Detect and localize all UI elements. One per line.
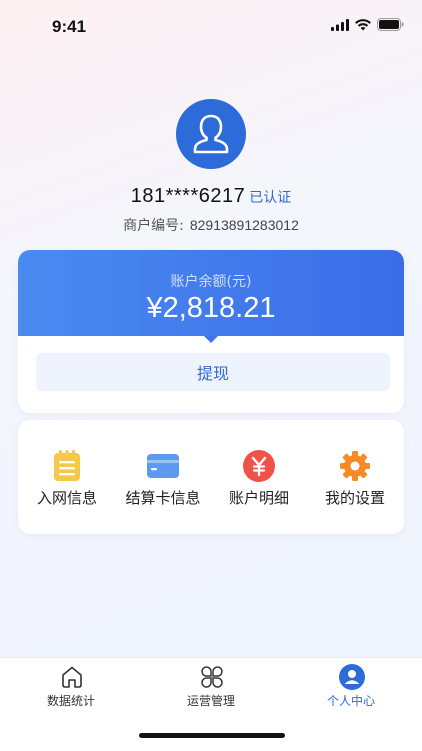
menu-item-settlement-card[interactable]: 结算卡信息 bbox=[115, 420, 211, 534]
tab-label: 运营管理 bbox=[186, 694, 235, 708]
tab-personal-center[interactable]: 个人中心 bbox=[281, 658, 421, 718]
withdraw-button[interactable]: 提现 bbox=[36, 353, 390, 391]
merchant-label: 商户编号: bbox=[123, 218, 184, 234]
battery-icon bbox=[377, 18, 404, 31]
clover-icon bbox=[199, 664, 225, 690]
menu-item-my-settings[interactable]: 我的设置 bbox=[307, 420, 403, 534]
verified-badge: 已认证 bbox=[249, 190, 292, 206]
status-time: 9:41 bbox=[52, 17, 87, 36]
signal-icon bbox=[331, 18, 349, 31]
menu-label: 结算卡信息 bbox=[125, 489, 201, 507]
phone-number: 181****6217 bbox=[130, 185, 246, 207]
menu-item-account-details[interactable]: 账户明细 bbox=[211, 420, 307, 534]
card-icon bbox=[146, 449, 180, 483]
avatar[interactable] bbox=[176, 99, 246, 169]
balance-header: 账户余额(元) ¥2,818.21 bbox=[18, 250, 404, 336]
user-icon bbox=[339, 664, 365, 690]
merchant-row: 商户编号: 82913891283012 bbox=[0, 215, 422, 235]
home-indicator[interactable] bbox=[139, 733, 285, 738]
menu-item-network-info[interactable]: 入网信息 bbox=[19, 420, 115, 534]
menu-card: 入网信息 结算卡信息 账户明细 我的设置 bbox=[18, 420, 404, 534]
merchant-id: 82913891283012 bbox=[189, 217, 299, 233]
tab-label: 数据统计 bbox=[46, 694, 95, 708]
yuan-icon bbox=[242, 449, 276, 483]
phone-row: 181****6217 已认证 bbox=[0, 185, 422, 208]
wifi-icon bbox=[355, 18, 371, 30]
tab-operations[interactable]: 运营管理 bbox=[141, 658, 281, 718]
balance-amount: ¥2,818.21 bbox=[146, 292, 276, 324]
status-bar: 9:41 bbox=[0, 0, 422, 50]
menu-label: 我的设置 bbox=[324, 489, 385, 507]
user-avatar-icon bbox=[193, 114, 229, 154]
balance-label: 账户余额(元) bbox=[170, 274, 252, 290]
menu-label: 账户明细 bbox=[228, 489, 289, 507]
document-icon bbox=[50, 449, 84, 483]
balance-pointer bbox=[204, 336, 218, 343]
home-icon bbox=[59, 664, 85, 690]
tab-data-statistics[interactable]: 数据统计 bbox=[1, 658, 141, 718]
status-icons bbox=[331, 18, 404, 31]
menu-label: 入网信息 bbox=[36, 489, 97, 507]
gear-icon bbox=[338, 449, 372, 483]
tab-label: 个人中心 bbox=[326, 694, 375, 708]
balance-card: 账户余额(元) ¥2,818.21 提现 bbox=[18, 250, 404, 413]
